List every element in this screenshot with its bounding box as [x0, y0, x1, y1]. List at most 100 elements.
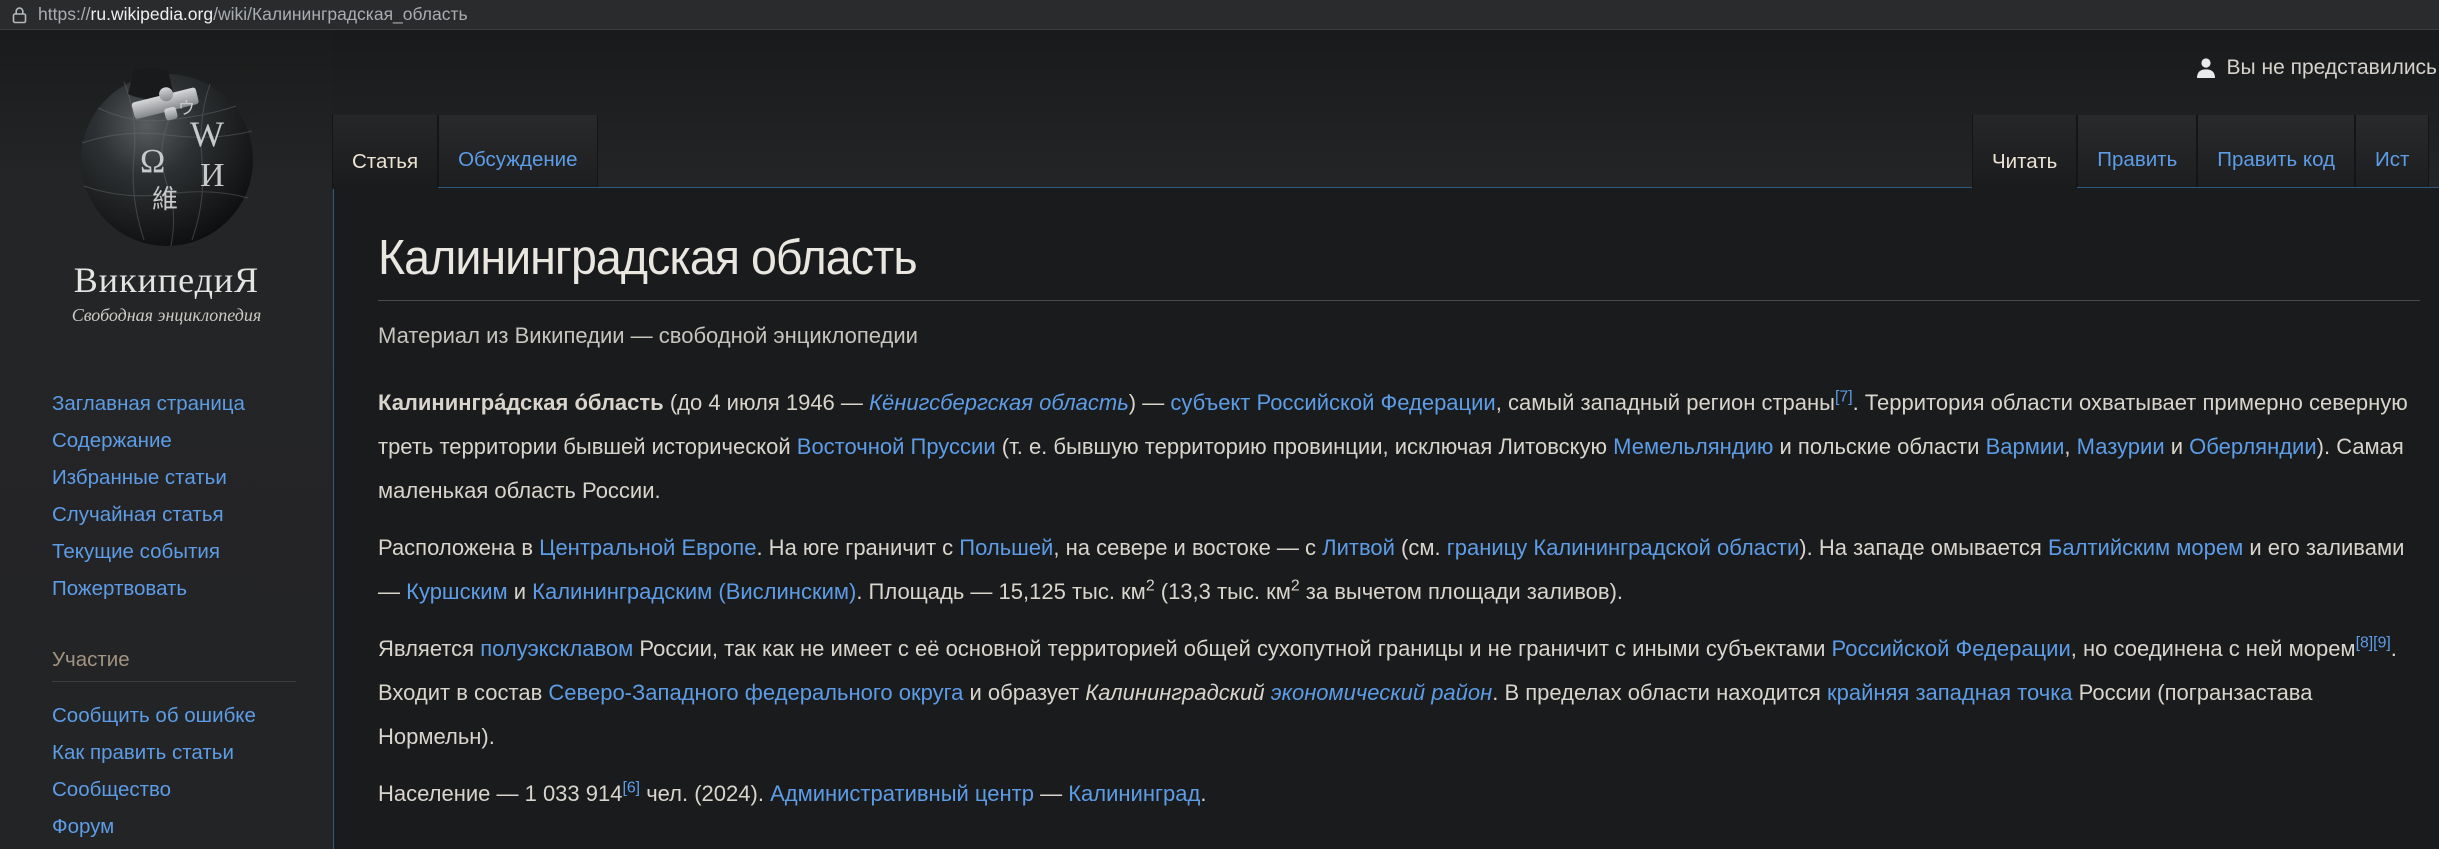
text-segment: . На юге граничит с — [756, 535, 960, 560]
text-segment: , самый западный регион страны — [1495, 390, 1835, 415]
wiki-link[interactable]: Калининградским (Вислинским) — [532, 579, 856, 604]
text-segment: ). На западе омывается — [1799, 535, 2048, 560]
text-segment: за вычетом площади заливов). — [1299, 579, 1624, 604]
wiki-link[interactable]: Кёнигсбергская область — [869, 390, 1129, 415]
reference-link[interactable]: [7] — [1835, 389, 1853, 406]
text-segment: и — [2164, 434, 2190, 459]
sidebar-item: Как править статьи — [52, 741, 333, 764]
tab-ист[interactable]: Ист — [2355, 115, 2430, 187]
text-segment: России, так как не имеет с её основной т… — [633, 636, 1832, 661]
wiki-link[interactable]: Балтийским морем — [2048, 535, 2243, 560]
text-segment: , но соединена с ней морем — [2070, 636, 2356, 661]
sidebar-link-как-править-статьи[interactable]: Как править статьи — [52, 741, 234, 764]
sidebar-link-избранные-статьи[interactable]: Избранные статьи — [52, 466, 227, 489]
sidebar-item: Заглавная страница — [52, 392, 333, 415]
wiki-link[interactable]: полуэксклавом — [480, 636, 633, 661]
svg-text:Ω: Ω — [140, 143, 165, 180]
url-domain: ru.wikipedia.org — [90, 4, 214, 24]
wiki-link[interactable]: экономический район — [1271, 680, 1493, 705]
text-segment: чел. (2024). — [640, 781, 771, 806]
sidebar-nav-list: Заглавная страница Содержание Избранные ст… — [0, 326, 333, 600]
text-segment: и образует — [963, 680, 1086, 705]
wiki-link[interactable]: субъект Российской Федерации — [1170, 390, 1495, 415]
tab-label: Править код — [2217, 148, 2336, 171]
sidebar-item: Сообщество — [52, 778, 333, 801]
tab-обсуждение[interactable]: Обсуждение — [438, 115, 598, 187]
superscript-text: 2 — [1290, 577, 1300, 595]
article-body: Калинингра́дская о́бласть (до 4 июля 194… — [378, 381, 2420, 816]
sidebar-link-случайная-статья[interactable]: Случайная статья — [52, 503, 224, 526]
sidebar-item: Форум — [52, 815, 333, 838]
article-paragraph: Население — 1 033 914[6] чел. (2024). Ад… — [378, 772, 2420, 816]
tab-читать[interactable]: Читать — [1972, 115, 2078, 189]
text-segment: Является — [378, 636, 481, 661]
text-segment: . — [1200, 781, 1207, 806]
tab-label: Ист — [2375, 148, 2410, 171]
wiki-link[interactable]: Польшей — [959, 535, 1053, 560]
page-tabs-right: Читать Править Править код Ист — [1972, 115, 2430, 189]
wikipedia-logo[interactable]: W И Ω 維 ウ ВикипедиЯ Свободная энциклопед… — [0, 30, 333, 326]
user-icon — [2194, 56, 2218, 80]
sidebar-link-форум[interactable]: Форум — [52, 815, 114, 838]
article-paragraph: Калинингра́дская о́бласть (до 4 июля 194… — [378, 381, 2420, 513]
text-segment: (см. — [1394, 535, 1447, 560]
user-status[interactable]: Вы не представились — [2194, 56, 2437, 80]
text-segment: (до 4 июля 1946 — — [663, 390, 870, 415]
wiki-link[interactable]: Вармии — [1986, 434, 2065, 459]
sidebar-link-сообщить-об-ошибке[interactable]: Сообщить об ошибке — [52, 704, 256, 727]
sidebar-link-текущие-события[interactable]: Текущие события — [52, 540, 220, 563]
superscript-text: 2 — [1145, 577, 1155, 595]
text-segment: — — [1033, 781, 1069, 806]
browser-url-bar[interactable]: https://ru.wikipedia.org/wiki/Калинингра… — [0, 0, 2439, 30]
wiki-link[interactable]: Литвой — [1322, 535, 1395, 560]
text-segment: . Площадь — 15,125 тыс. км — [856, 579, 1146, 604]
tab-label: Править — [2097, 148, 2178, 171]
sidebar-item: Содержание — [52, 429, 333, 452]
text-segment: (13,3 тыс. км — [1154, 579, 1291, 604]
wiki-link[interactable]: Административный центр — [770, 781, 1034, 806]
tab-править[interactable]: Править — [2077, 115, 2198, 187]
lock-icon — [12, 6, 27, 24]
sidebar-link-сообщество[interactable]: Сообщество — [52, 778, 171, 801]
wiki-link[interactable]: Куршским — [406, 579, 508, 604]
page-tabs-left: Статья Обсуждение — [332, 115, 598, 189]
tab-label: Обсуждение — [458, 148, 578, 171]
tab-label: Статья — [352, 150, 419, 173]
svg-text:ウ: ウ — [178, 99, 195, 118]
wikipedia-tagline: Свободная энциклопедия — [71, 305, 262, 325]
svg-text:W: W — [190, 114, 224, 154]
wiki-link[interactable]: Российской Федерации — [1832, 636, 2071, 661]
wiki-link[interactable]: Северо-Западного федерального округа — [548, 680, 963, 705]
sidebar-link-содержание[interactable]: Содержание — [52, 429, 172, 452]
sidebar-item: Избранные статьи — [52, 466, 333, 489]
wiki-link[interactable]: Калининград — [1068, 781, 1200, 806]
tab-статья[interactable]: Статья — [332, 115, 439, 189]
wiki-link[interactable]: крайняя западная точка — [1827, 680, 2073, 705]
sidebar-section-title: Участие — [52, 648, 130, 671]
svg-text:И: И — [200, 157, 225, 194]
wiki-link[interactable]: Оберляндии — [2189, 434, 2317, 459]
article-subtitle: Материал из Википедии — свободной энцикл… — [378, 323, 918, 348]
tab-править-код[interactable]: Править код — [2197, 115, 2356, 187]
wiki-link[interactable]: Центральной Европе — [539, 535, 756, 560]
url-prefix: https:// — [38, 4, 91, 24]
text-segment: (т. е. бывшую территорию провинции, искл… — [995, 434, 1614, 459]
reference-link[interactable]: [6] — [622, 780, 640, 797]
wiki-link[interactable]: Восточной Пруссии — [797, 434, 996, 459]
sidebar-item: Сообщить об ошибке — [52, 704, 333, 727]
reference-link[interactable]: [9] — [2373, 635, 2391, 652]
reference-link[interactable]: [8] — [2356, 635, 2374, 652]
text-segment: и — [507, 579, 533, 604]
title-divider — [378, 300, 2420, 301]
sidebar-link-заглавная-страница[interactable]: Заглавная страница — [52, 392, 245, 415]
sidebar-link-пожертвовать[interactable]: Пожертвовать — [52, 577, 187, 600]
text-segment: Расположена в — [378, 535, 540, 560]
user-status-label: Вы не представились — [2226, 56, 2437, 79]
text-segment: , на севере и востоке — с — [1053, 535, 1323, 560]
text-segment: . В пределах области находится — [1492, 680, 1827, 705]
wiki-link[interactable]: Мазурии — [2077, 434, 2165, 459]
wiki-link[interactable]: Мемельляндию — [1613, 434, 1773, 459]
text-segment: и польские области — [1773, 434, 1986, 459]
wiki-link[interactable]: границу Калининградской области — [1447, 535, 1800, 560]
text-segment: , — [2064, 434, 2077, 459]
